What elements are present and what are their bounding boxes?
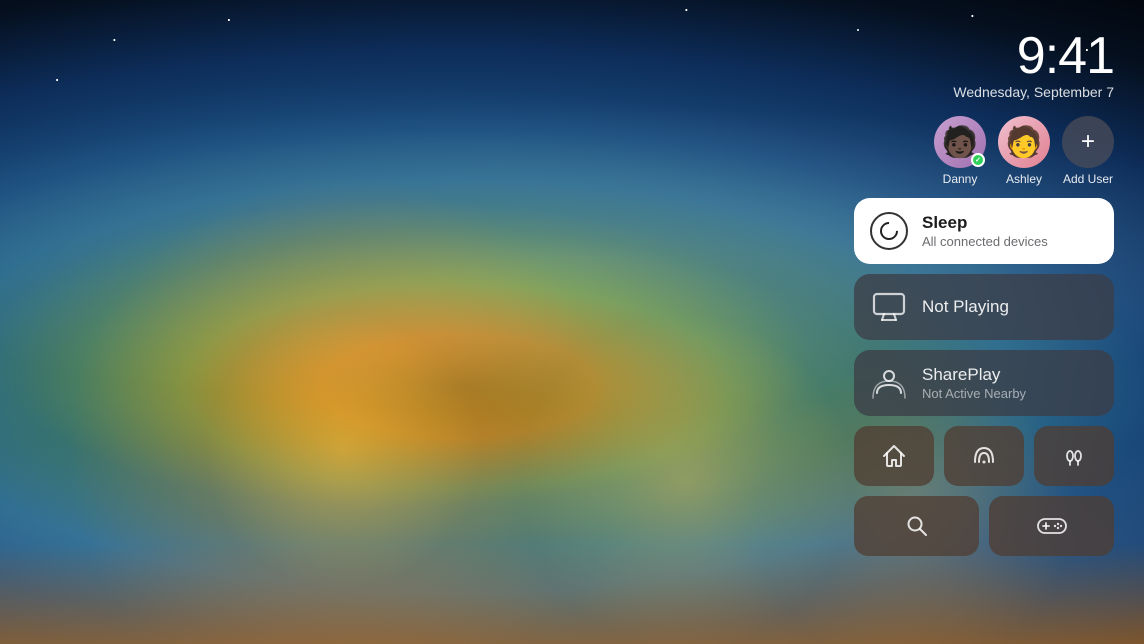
airpods-icon <box>1060 442 1088 470</box>
danny-active-badge <box>971 153 985 167</box>
tv-icon-wrapper <box>870 288 908 326</box>
airpods-button[interactable] <box>1034 426 1114 486</box>
home-button[interactable] <box>854 426 934 486</box>
shareplay-icon <box>871 365 907 401</box>
tv-icon <box>872 292 906 322</box>
clock-time: 9:41 <box>854 30 1114 82</box>
plus-icon: + <box>1081 128 1095 156</box>
time-section: 9:41 Wednesday, September 7 <box>854 30 1114 100</box>
airplay-button[interactable] <box>944 426 1024 486</box>
danny-label: Danny <box>943 172 978 186</box>
ashley-avatar: 🧑 <box>998 116 1050 168</box>
add-user-button[interactable]: + <box>1062 116 1114 168</box>
search-icon <box>904 513 930 539</box>
not-playing-label: Not Playing <box>922 297 1009 317</box>
user-danny[interactable]: 🧑🏿 Danny <box>934 116 986 186</box>
sleep-icon <box>870 212 908 250</box>
danny-avatar-wrapper: 🧑🏿 <box>934 116 986 168</box>
search-button[interactable] <box>854 496 979 556</box>
sleep-card[interactable]: Sleep All connected devices <box>854 198 1114 264</box>
sleep-subtitle: All connected devices <box>922 234 1048 249</box>
add-user-item[interactable]: + Add User <box>1062 116 1114 186</box>
users-section: 🧑🏿 Danny 🧑 Ashley + Add User <box>854 116 1114 186</box>
user-ashley[interactable]: 🧑 Ashley <box>998 116 1050 186</box>
sleep-icon-inner <box>876 218 901 243</box>
shareplay-text: SharePlay Not Active Nearby <box>922 365 1026 401</box>
home-icon <box>880 442 908 470</box>
gamepad-button[interactable] <box>989 496 1114 556</box>
sleep-text: Sleep All connected devices <box>922 213 1048 249</box>
shareplay-subtitle: Not Active Nearby <box>922 386 1026 401</box>
add-user-label: Add User <box>1063 172 1113 186</box>
shareplay-card[interactable]: SharePlay Not Active Nearby <box>854 350 1114 416</box>
ashley-avatar-wrapper: 🧑 <box>998 116 1050 168</box>
quick-actions-row1 <box>854 426 1114 486</box>
shareplay-icon-wrapper <box>870 364 908 402</box>
quick-actions-row2 <box>854 496 1114 556</box>
clock-date: Wednesday, September 7 <box>854 84 1114 100</box>
shareplay-title: SharePlay <box>922 365 1026 385</box>
airplay-icon <box>970 442 998 470</box>
ashley-label: Ashley <box>1006 172 1042 186</box>
control-center-panel: 9:41 Wednesday, September 7 🧑🏿 Danny 🧑 A… <box>854 30 1114 556</box>
sleep-title: Sleep <box>922 213 1048 233</box>
gamepad-icon <box>1037 515 1067 537</box>
not-playing-card[interactable]: Not Playing <box>854 274 1114 340</box>
